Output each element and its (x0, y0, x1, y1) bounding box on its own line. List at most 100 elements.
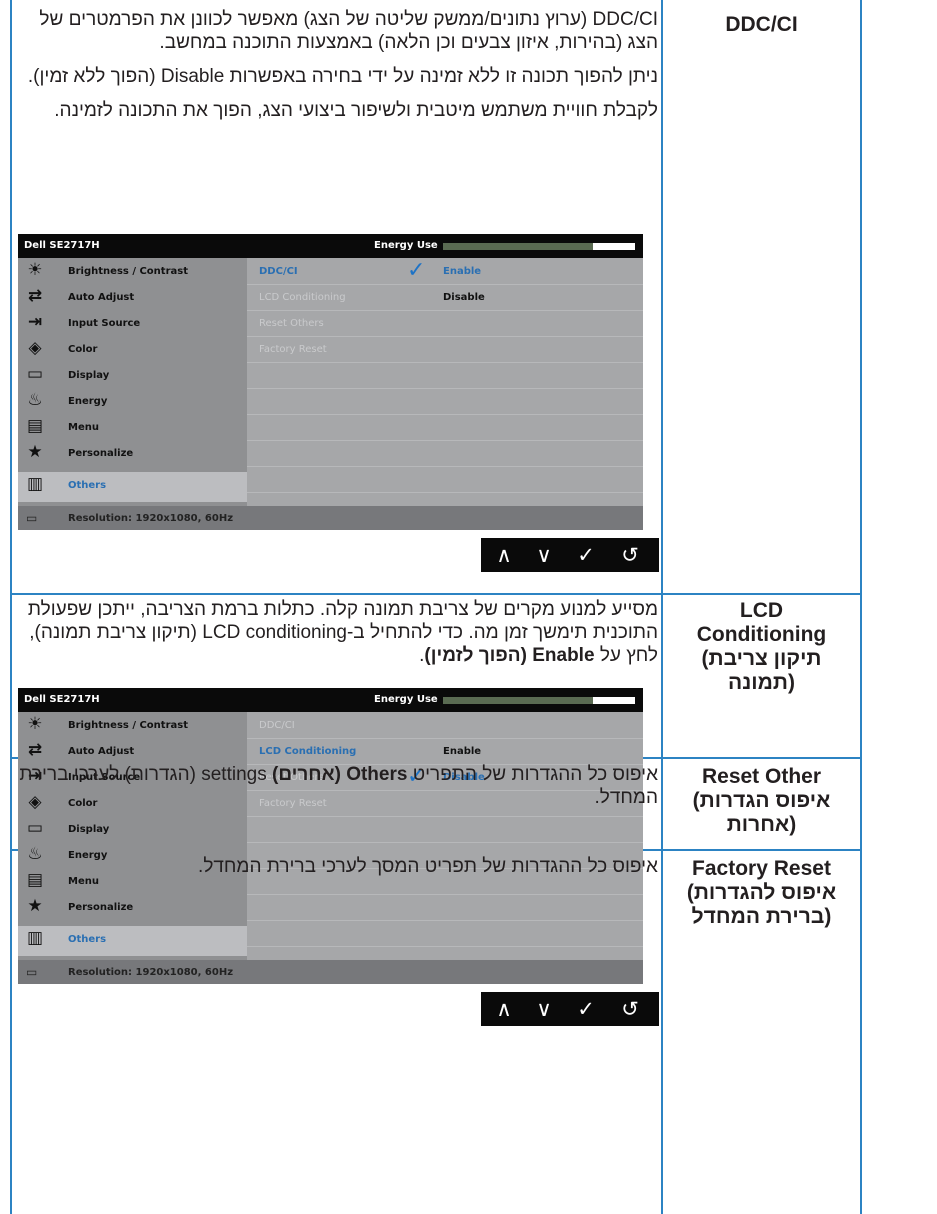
menu-item-personalize[interactable]: ★ Personalize (18, 894, 247, 920)
menu-item-label: Display (68, 824, 110, 835)
row-title-factory-reset: Factory Reset (איפוס להגדרות ברירת המחדל… (663, 857, 860, 929)
menu-item-brightness[interactable]: ☀ Brightness / Contrast (18, 712, 247, 738)
submenu-empty-row (247, 388, 643, 415)
submenu-item-factory-reset[interactable]: Factory Reset (247, 336, 643, 363)
menu-item-auto-adjust[interactable]: ⇄ Auto Adjust (18, 738, 247, 764)
paragraph: ניתן להפוך תכונה זו ללא זמינה על ידי בחי… (27, 66, 658, 87)
menu-item-personalize[interactable]: ★ Personalize (18, 440, 247, 466)
personalize-icon: ★ (27, 896, 43, 916)
down-arrow-icon[interactable]: ∨ (529, 997, 559, 1021)
energy-use-bar (443, 243, 635, 250)
menu-item-label: Input Source (68, 318, 141, 329)
resolution-label: Resolution: 1920x1080, 60Hz (68, 967, 234, 978)
text: איפוס כל ההגדרות של התפריט (407, 764, 658, 785)
submenu-item-ddcci[interactable]: DDC/CI ✓ Enable (247, 258, 643, 285)
brightness-icon: ☀ (27, 714, 43, 734)
others-emphasis: Others (אחרים) (272, 764, 408, 785)
menu-item-menu[interactable]: ▤ Menu (18, 414, 247, 440)
menu-item-label: Others (68, 934, 107, 945)
title-line: (איפוס להגדרות (686, 881, 837, 904)
display-icon: ▭ (26, 364, 44, 384)
osd-status-bar: ▭ Resolution: 1920x1080, 60Hz (18, 506, 643, 530)
title-line: (איפוס הגדרות (692, 789, 831, 812)
brightness-icon: ☀ (27, 260, 43, 280)
row-description-factory-reset: איפוס כל ההגדרות של תפריט המסך לערכי ברי… (18, 855, 658, 889)
menu-item-label: Brightness / Contrast (68, 266, 188, 277)
paragraph: איפוס כל ההגדרות של התפריט Others (אחרים… (18, 763, 658, 809)
submenu-item-lcd-conditioning[interactable]: LCD Conditioning Disable (247, 284, 643, 311)
paragraph: מסייע למנוע מקרים של צריבת תמונה קלה. כת… (18, 598, 658, 667)
submenu-empty-row (247, 466, 643, 493)
menu-item-color[interactable]: ◈ Color (18, 336, 247, 362)
submenu-empty-row (247, 414, 643, 441)
paragraph: איפוס כל ההגדרות של תפריט המסך לערכי ברי… (198, 856, 658, 877)
enable-option[interactable]: Enable (443, 266, 481, 277)
up-arrow-icon[interactable]: ∧ (489, 543, 519, 567)
osd-submenu: DDC/CI LCD Conditioning Enable Reset Oth… (247, 712, 643, 960)
menu-item-label: Color (68, 344, 98, 355)
energy-use-label: Energy Use (374, 694, 438, 705)
others-icon: ▥ (26, 474, 44, 494)
row-description-reset-other: איפוס כל ההגדרות של התפריט Others (אחרים… (18, 763, 658, 820)
osd-screenshot-ddcci: Dell SE2717H Energy Use ☀ Brightness / Co… (18, 234, 659, 572)
menu-icon: ▤ (26, 416, 44, 436)
check-icon[interactable]: ✓ (571, 997, 601, 1021)
row-description-lcd-conditioning: מסייע למנוע מקרים של צריבת תמונה קלה. כת… (18, 598, 658, 678)
title-line: LCD (739, 599, 784, 622)
up-arrow-icon[interactable]: ∧ (489, 997, 519, 1021)
title-line: (תיקון צריבת (701, 647, 822, 670)
menu-item-energy[interactable]: ♨ Energy (18, 388, 247, 414)
title-line: Factory Reset (692, 857, 831, 880)
menu-item-label: Brightness / Contrast (68, 720, 188, 731)
submenu-label: Factory Reset (259, 344, 327, 355)
back-icon[interactable]: ↺ (615, 543, 645, 567)
energy-use-label: Energy Use (374, 240, 438, 251)
title-line: תמונה) (728, 671, 795, 694)
color-icon: ◈ (28, 338, 42, 358)
menu-item-display[interactable]: ▭ Display (18, 362, 247, 388)
title-line: ברירת המחדל) (691, 905, 832, 928)
osd-nav-buttons: ∧ ∨ ✓ ↺ (481, 992, 659, 1026)
menu-item-others[interactable]: ▥ Others (18, 472, 247, 502)
resolution-label: Resolution: 1920x1080, 60Hz (68, 513, 234, 524)
osd-header: Dell SE2717H Energy Use (18, 234, 643, 258)
disable-option[interactable]: Disable (443, 292, 485, 303)
others-icon: ▥ (26, 928, 44, 948)
submenu-label: Reset Others (259, 318, 324, 329)
osd-nav-buttons: ∧ ∨ ✓ ↺ (481, 538, 659, 572)
osd-model-name: Dell SE2717H (24, 240, 100, 251)
osd-header: Dell SE2717H Energy Use (18, 688, 643, 712)
menu-item-brightness[interactable]: ☀ Brightness / Contrast (18, 258, 247, 284)
paragraph: לקבלת חוויית משתמש מיטבית ולשיפור ביצועי… (54, 100, 658, 121)
menu-item-auto-adjust[interactable]: ⇄ Auto Adjust (18, 284, 247, 310)
row-title-reset-other: Reset Other (איפוס הגדרות אחרות) (663, 765, 860, 837)
menu-item-label: Personalize (68, 902, 134, 913)
menu-item-others[interactable]: ▥ Others (18, 926, 247, 956)
osd-menu: ☀ Brightness / Contrast ⇄ Auto Adjust ⇥ Inp… (18, 712, 247, 960)
check-icon[interactable]: ✓ (571, 543, 601, 567)
menu-item-label: Personalize (68, 448, 134, 459)
submenu-item-lcd-conditioning[interactable]: LCD Conditioning Enable (247, 738, 643, 765)
menu-item-label: Auto Adjust (68, 292, 135, 303)
energy-icon: ♨ (27, 390, 43, 410)
energy-use-bar (443, 697, 635, 704)
row-title-ddcci: DDC/CI (725, 13, 798, 36)
osd-model-name: Dell SE2717H (24, 694, 100, 705)
menu-item-input-source[interactable]: ⇥ Input Source (18, 310, 247, 336)
row-description-ddcci: DDC/CI (ערוץ נתונים/ממשק שליטה של הצג) מ… (18, 8, 658, 133)
title-line: Conditioning (696, 623, 827, 646)
display-icon: ▭ (26, 818, 44, 838)
row-title-lcd-conditioning: LCD Conditioning (תיקון צריבת תמונה) (663, 599, 860, 695)
submenu-empty-row (247, 894, 643, 921)
down-arrow-icon[interactable]: ∨ (529, 543, 559, 567)
submenu-label: DDC/CI (259, 720, 295, 731)
submenu-empty-row (247, 362, 643, 389)
enable-emphasis: Enable (הפוך לזמין) (424, 645, 595, 666)
back-icon[interactable]: ↺ (615, 997, 645, 1021)
submenu-item-reset-others[interactable]: Reset Others (247, 310, 643, 337)
table-border-right (860, 0, 862, 1214)
osd-menu: ☀ Brightness / Contrast ⇄ Auto Adjust ⇥ Inp… (18, 258, 247, 506)
submenu-item-ddcci[interactable]: DDC/CI (247, 712, 643, 739)
personalize-icon: ★ (27, 442, 43, 462)
enable-option[interactable]: Enable (443, 746, 481, 757)
